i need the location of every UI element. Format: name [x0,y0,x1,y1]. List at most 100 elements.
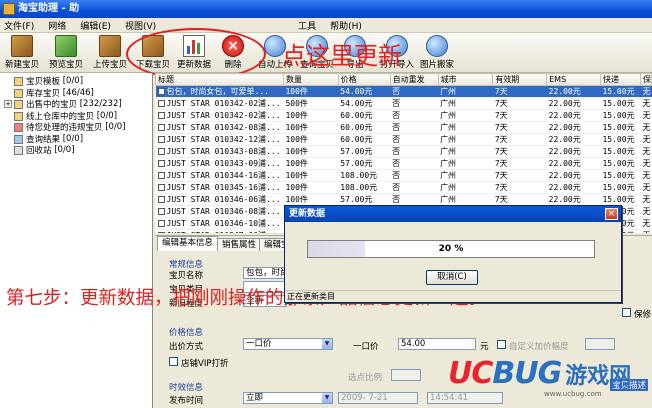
tree-item-on-sale[interactable]: + 出售中的宝贝 [232/232] [4,98,122,110]
cell-text: 22.00元 [548,195,581,204]
row-checkbox[interactable] [157,172,165,179]
table-cell: 广州 [438,181,493,194]
cell-text: 包包，时尚女包，可爱单... [166,87,269,96]
table-row[interactable]: JUST STAR 010345-16浦... 100件 108.00元 否 广州 7天 2… [155,181,652,194]
custom-markup-input[interactable] [585,338,615,350]
cell-text: 22.00元 [548,171,581,180]
cell-text: 60.00元 [340,135,373,144]
column-header-price[interactable]: 价格 [337,73,391,86]
table-cell: 100件 [283,157,339,170]
publish-date-input[interactable]: 2009- 7-21 [338,392,418,404]
cell-text: 15.00元 [602,99,635,108]
discount-ratio-input[interactable] [391,369,421,381]
cell-text: 否 [392,123,401,132]
column-header-city[interactable]: 城市 [437,73,494,86]
publish-time-select[interactable]: 立即 ▼ [243,392,333,404]
row-checkbox[interactable] [157,220,165,227]
cell-text: 15.00元 [602,147,635,156]
table-cell: 无 [640,181,652,194]
table-cell: JUST STAR 010342-02浦... [155,97,284,110]
row-checkbox[interactable] [157,148,165,155]
cell-text: 7天 [494,87,508,96]
progress-percent: 20 % [438,244,464,254]
cell-text: 108.00元 [340,171,378,180]
row-checkbox[interactable] [157,160,165,167]
row-checkbox[interactable] [157,100,165,107]
row-checkbox[interactable] [157,112,165,119]
cell-text: 15.00元 [602,195,635,204]
cell-text: 15.00元 [602,123,635,132]
table-row[interactable]: JUST STAR 010342-02浦... 500件 54.00元 否 广州 7天 22… [155,97,652,110]
menu-tools[interactable]: 工具 [298,19,316,32]
table-row[interactable]: 包包，时尚女包，可爱单... 100件 54.00元 否 广州 7天 22.00元 15.00… [155,85,652,98]
table-row[interactable]: JUST STAR 010344-16浦... 100件 108.00元 否 广州 7天 2… [155,169,652,182]
cell-text: 100件 [285,123,308,132]
recycle-bin-icon [14,145,23,155]
grid-header: 标题 数量 价格 自动重发 城市 有效期 EMS 快递 保 [155,73,652,86]
table-row[interactable]: JUST STAR 010343-09浦... 100件 57.00元 否 广州 7天 22… [155,157,652,170]
cancel-button[interactable]: 取消(C) [426,270,478,285]
table-cell: 54.00元 [338,85,391,98]
column-header-warranty[interactable]: 保 [639,73,652,86]
cell-text: 7天 [494,195,508,204]
table-cell: 108.00元 [338,169,391,182]
table-row[interactable]: JUST STAR 010342-08浦... 100件 60.00元 否 广州 7天 22… [155,121,652,134]
tab-sales-attributes[interactable]: 销售属性 [217,238,262,251]
cell-text: 广州 [440,147,457,156]
table-cell: 57.00元 [338,157,391,170]
row-checkbox[interactable] [157,88,165,95]
table-row[interactable]: JUST STAR 010343-08浦... 100件 57.00元 否 广州 7天 22… [155,145,652,158]
warranty-checkbox[interactable] [622,308,631,317]
table-cell: 100件 [283,85,339,98]
menu-help[interactable]: 帮助(H) [330,19,362,32]
app-window: 淘宝助理 - 助 文件(F) 网络 编辑(E) 视图(V) 工具 帮助(H) 新… [0,0,652,408]
table-cell: JUST STAR 010343-08浦... [155,145,284,158]
row-checkbox[interactable] [157,196,165,203]
table-cell: 60.00元 [338,121,391,134]
menu-view[interactable]: 视图(V) [125,19,156,32]
table-cell: 无 [640,121,652,134]
row-checkbox[interactable] [157,232,165,233]
menu-edit[interactable]: 编辑(E) [80,19,111,32]
table-cell: 7天 [492,157,547,170]
close-icon[interactable]: × [605,208,618,220]
column-header-express[interactable]: 快递 [599,73,641,86]
logo-cn: 游戏网 [565,363,632,389]
picture-move-button[interactable]: 图片搬家 [420,35,454,70]
new-item-button[interactable]: 新建宝贝 [5,35,39,70]
sell-method-select[interactable]: 一口价 ▼ [243,338,333,350]
column-header-validity[interactable]: 有效期 [492,73,548,86]
cell-text: 广州 [440,195,457,204]
menu-file[interactable]: 文件(F) [4,19,34,32]
custom-markup-checkbox[interactable] [497,340,506,349]
row-checkbox[interactable] [157,184,165,191]
upload-item-button[interactable]: 上传宝贝 [93,35,127,70]
table-cell: 22.00元 [546,181,601,194]
tree-item-violations[interactable]: 待您处理的违规宝贝 [0/0] [14,121,126,133]
table-row[interactable]: JUST STAR 010342-12浦... 100件 60.00元 否 广州 7天 22… [155,133,652,146]
cell-text: 广州 [440,87,457,96]
column-header-auto-repost[interactable]: 自动重发 [389,73,439,86]
row-checkbox[interactable] [157,124,165,131]
table-row[interactable]: JUST STAR 010346-06浦... 100件 57.00元 否 广州 7天 22… [155,193,652,206]
row-checkbox[interactable] [157,208,165,215]
fixed-price-input[interactable]: 54.00 [398,338,476,350]
chevron-down-icon: ▼ [322,393,332,403]
expand-icon[interactable]: + [4,100,12,108]
cell-text: JUST STAR 010342-08浦... [166,123,281,132]
table-row[interactable]: JUST STAR 010342-02浦... 100件 60.00元 否 广州 7天 22… [155,109,652,122]
column-header-quantity[interactable]: 数量 [282,73,339,86]
preview-item-button[interactable]: 预览宝贝 [49,35,83,70]
tab-basic-info[interactable]: 编辑基本信息 [157,236,219,251]
tree-item-template[interactable]: 宝贝模板 [0/0] [14,75,83,87]
item-name-input[interactable]: 包包，时尚 [243,267,287,279]
window-title: 淘宝助理 - 助 [18,3,80,14]
menu-network[interactable]: 网络 [48,19,66,32]
column-header-ems[interactable]: EMS [546,73,601,86]
row-checkbox[interactable] [157,136,165,143]
cell-text: 否 [392,183,401,192]
cell-text: 54.00元 [340,87,373,96]
column-header-title[interactable]: 标题 [155,73,284,86]
tree-item-recycle-bin[interactable]: 回收站 [0/0] [14,144,75,156]
vip-discount-checkbox[interactable] [169,357,178,366]
